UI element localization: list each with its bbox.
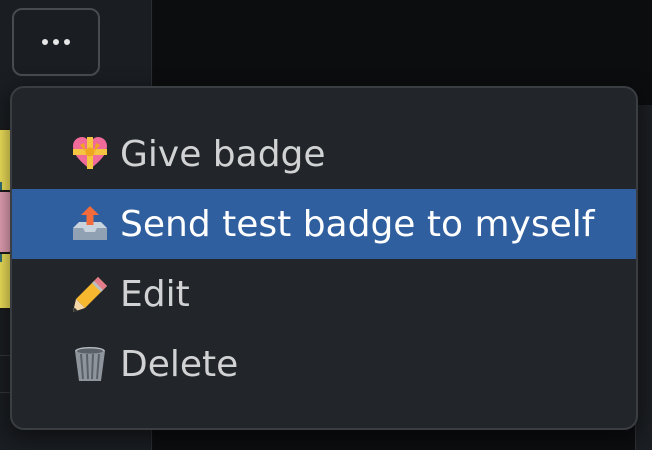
menu-item-label: Give badge: [120, 133, 326, 175]
heart-ribbon-icon: [70, 134, 110, 174]
menu-item-send-test-badge[interactable]: Send test badge to myself: [12, 189, 636, 259]
ellipsis-icon: [42, 39, 70, 45]
menu-item-edit[interactable]: Edit: [12, 259, 636, 329]
menu-item-label: Delete: [120, 343, 239, 385]
context-menu: Give badge Send test badge to myself Edi…: [10, 86, 638, 430]
wastebasket-icon: [70, 344, 110, 384]
menu-item-delete[interactable]: Delete: [12, 329, 636, 399]
outbox-tray-icon: [70, 204, 110, 244]
more-actions-button[interactable]: [12, 8, 100, 76]
menu-item-give-badge[interactable]: Give badge: [12, 119, 636, 189]
pencil-icon: [70, 274, 110, 314]
menu-item-label: Edit: [120, 273, 190, 315]
menu-item-label: Send test badge to myself: [120, 203, 595, 245]
context-menu-list: Give badge Send test badge to myself Edi…: [12, 119, 636, 399]
